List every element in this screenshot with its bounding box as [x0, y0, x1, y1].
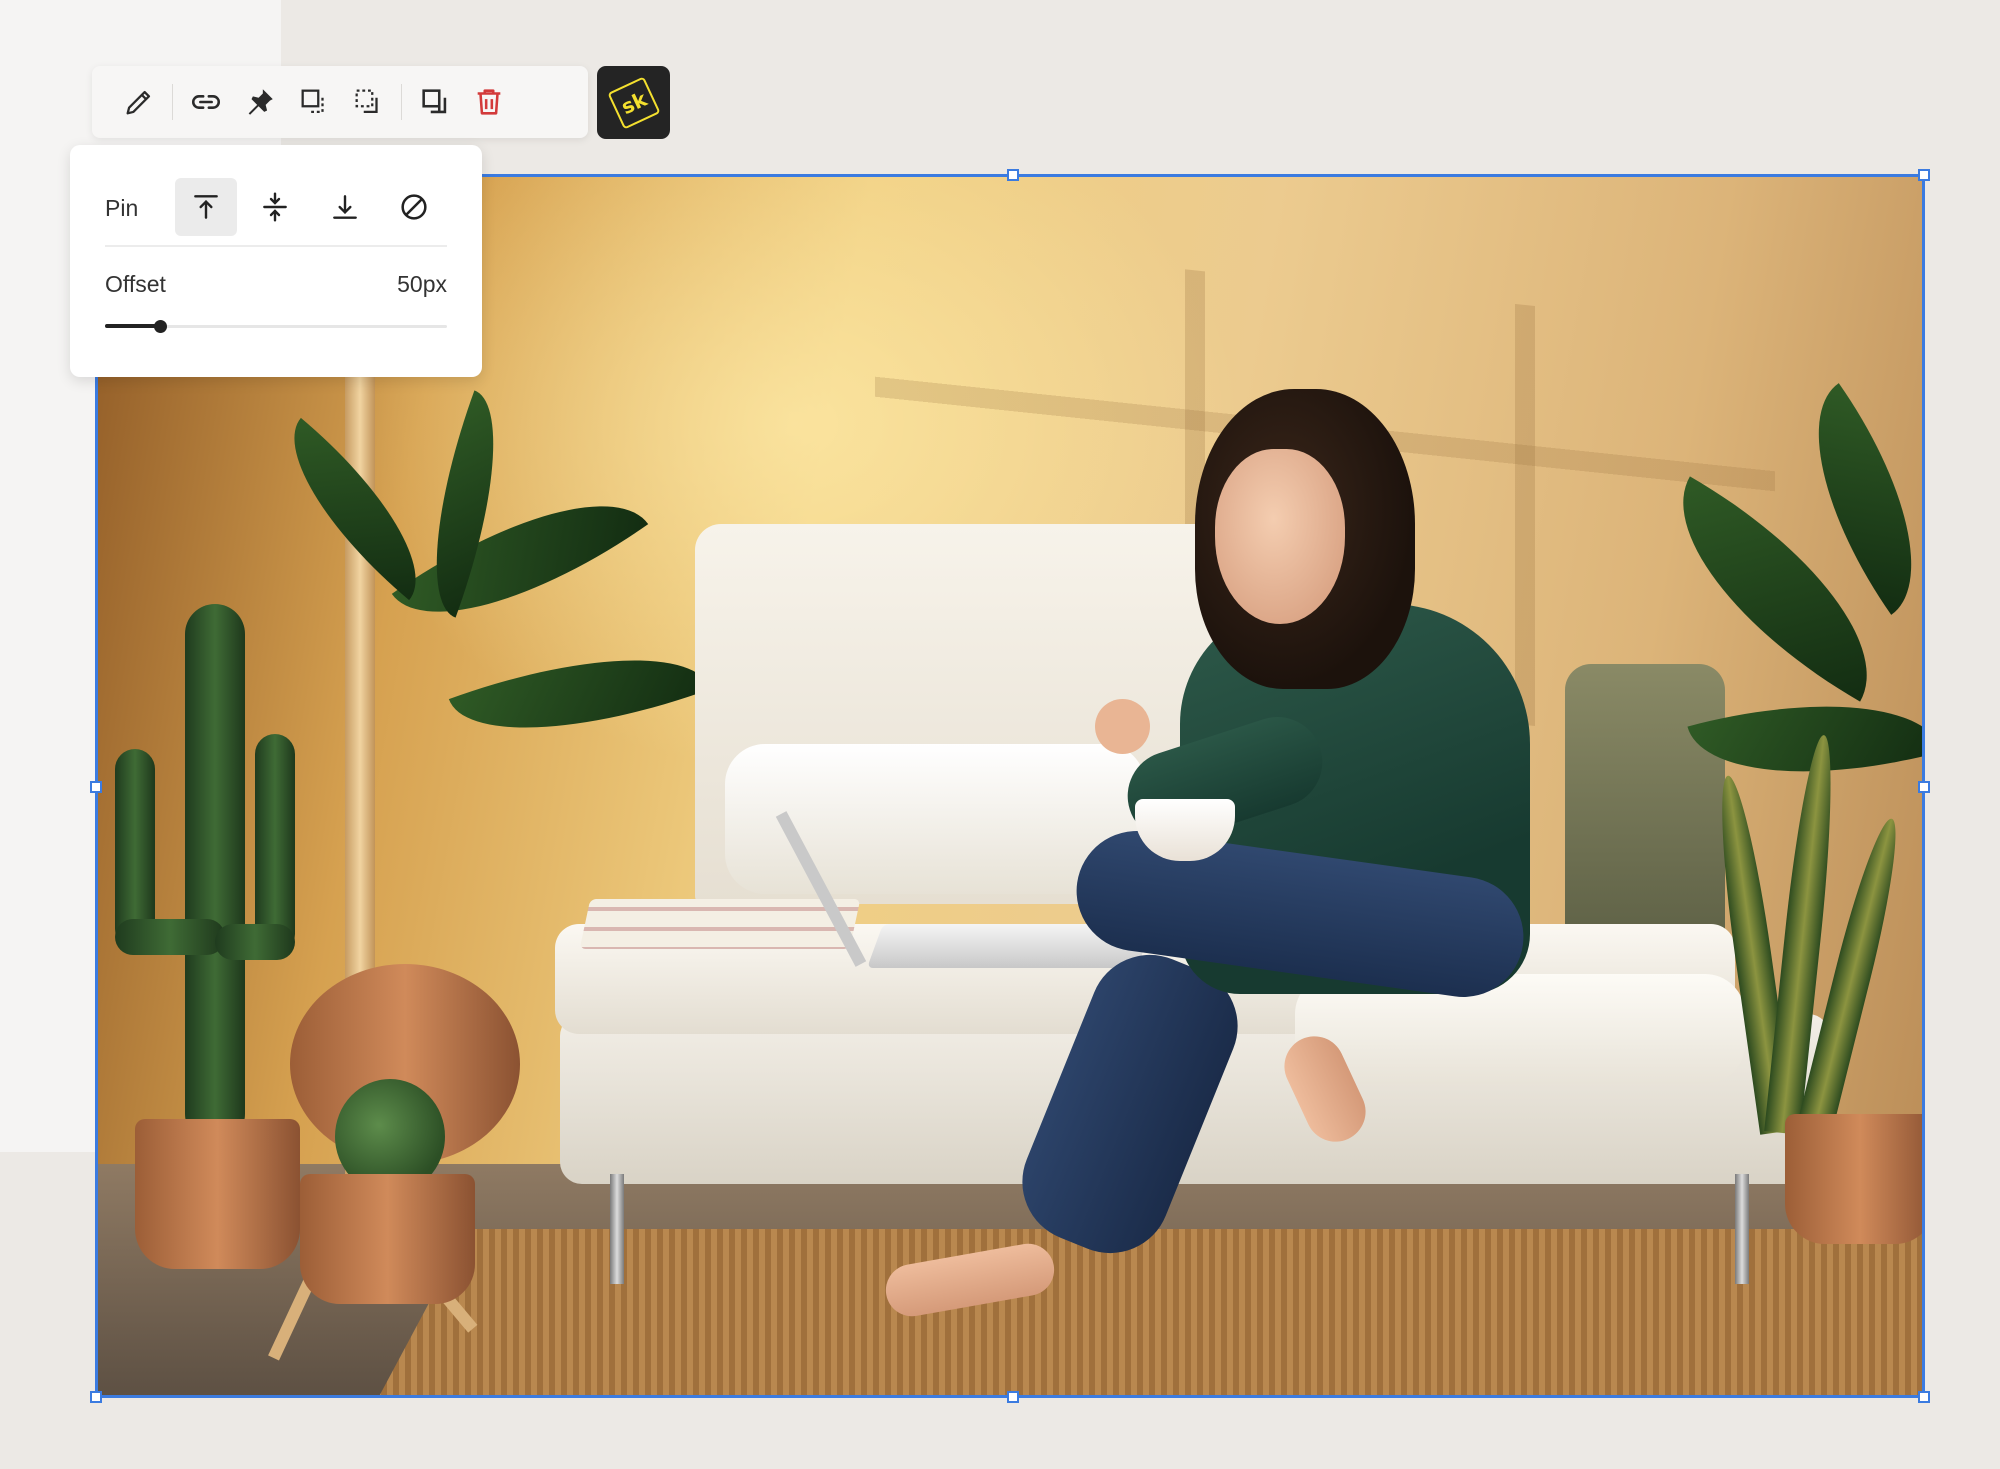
- slider-fill: [105, 324, 160, 328]
- no-pin-icon: [401, 194, 427, 220]
- pin-icon: [248, 89, 273, 115]
- send-backward-button[interactable]: [341, 75, 395, 129]
- no-pin-option[interactable]: [383, 178, 445, 236]
- snake-plant-pot: [1785, 1114, 1925, 1244]
- cactus-arm: [115, 919, 225, 955]
- link-icon: [192, 95, 220, 109]
- panel-divider: [105, 245, 447, 247]
- cactus-pot: [135, 1119, 300, 1269]
- pin-button[interactable]: [233, 75, 287, 129]
- person-hand: [1095, 699, 1150, 754]
- toolbar-divider: [401, 84, 402, 120]
- delete-button[interactable]: [462, 75, 516, 129]
- offset-label: Offset: [105, 271, 166, 297]
- pin-bottom-icon: [333, 195, 357, 219]
- offset-value: 50px: [397, 271, 447, 297]
- person-face: [1215, 449, 1345, 624]
- pin-panel: Pin Offset 50px: [70, 145, 482, 377]
- link-button[interactable]: [179, 75, 233, 129]
- pencil-icon: [126, 90, 151, 115]
- pin-center-icon: [263, 192, 287, 222]
- sk-logo-icon: sk: [606, 75, 661, 130]
- bring-forward-button[interactable]: [287, 75, 341, 129]
- duplicate-button[interactable]: [408, 75, 462, 129]
- sofa-throw: [1565, 664, 1725, 954]
- jute-rug: [375, 1229, 1925, 1398]
- brand-logo-button[interactable]: sk: [597, 66, 670, 139]
- slider-thumb[interactable]: [153, 320, 167, 333]
- cactus-arm: [255, 734, 295, 954]
- sofa-leg: [610, 1174, 624, 1284]
- pin-top-icon: [194, 195, 218, 219]
- duplicate-icon: [422, 89, 447, 114]
- small-cactus-pot: [300, 1174, 475, 1304]
- toolbar-divider: [172, 84, 173, 120]
- pin-top-option[interactable]: [175, 178, 237, 236]
- notebooks: [579, 899, 861, 949]
- offset-slider[interactable]: [105, 316, 447, 338]
- pin-center-option[interactable]: [244, 178, 306, 236]
- element-toolbar: [92, 66, 588, 138]
- pin-bottom-option[interactable]: [314, 178, 376, 236]
- sofa-leg: [1735, 1174, 1749, 1284]
- trash-icon: [477, 89, 501, 115]
- cactus: [185, 604, 245, 1144]
- cactus-arm: [215, 924, 295, 960]
- send-backward-icon: [355, 89, 378, 114]
- edit-button[interactable]: [112, 75, 166, 129]
- bring-forward-icon: [301, 89, 324, 114]
- pin-label: Pin: [105, 195, 139, 221]
